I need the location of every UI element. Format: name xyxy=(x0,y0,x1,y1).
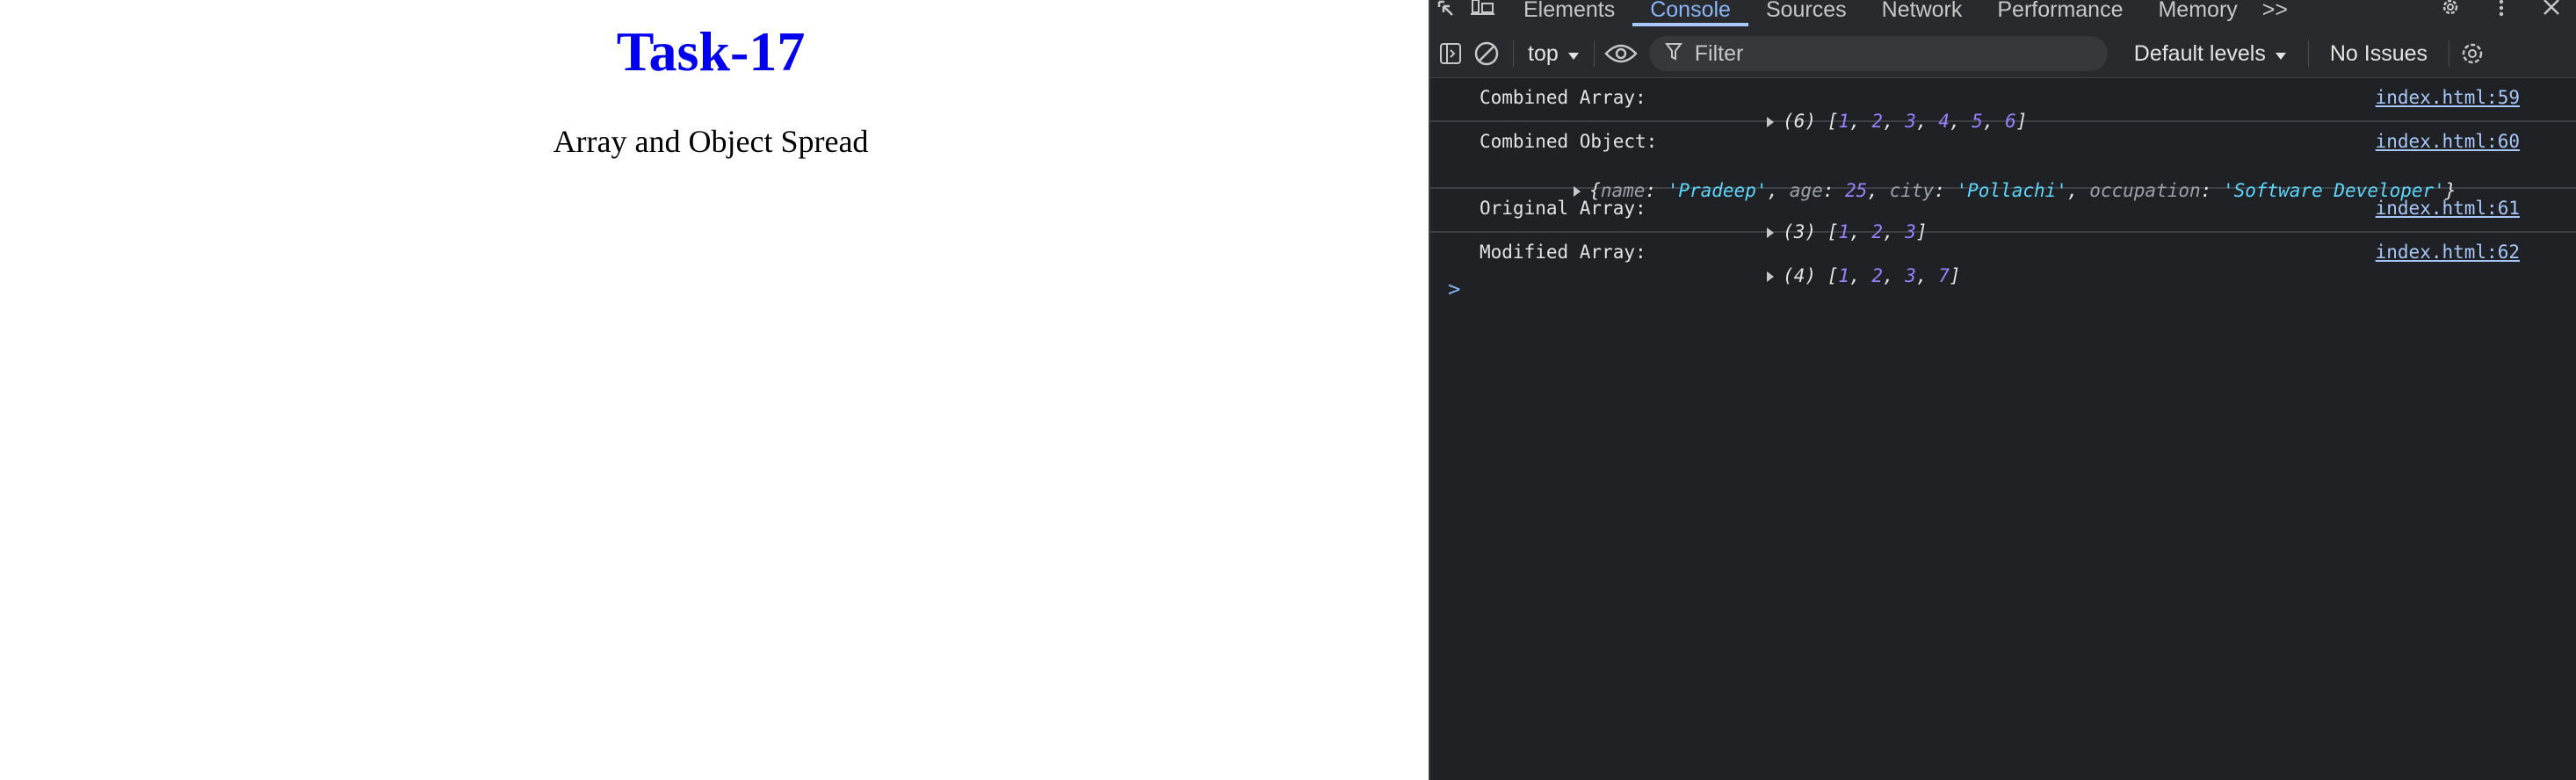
tab-sources[interactable]: Sources xyxy=(1748,0,1864,26)
toolbar-divider xyxy=(1513,40,1514,67)
log-label: Modified Array: xyxy=(1480,242,1646,263)
tab-elements[interactable]: Elements xyxy=(1506,0,1632,26)
log-levels-dropdown[interactable]: Default levels xyxy=(2118,41,2303,67)
page-viewport: Task-17 Array and Object Spread xyxy=(0,0,1429,780)
console-settings-gear-icon[interactable] xyxy=(2455,30,2490,77)
tab-performance[interactable]: Performance xyxy=(1979,0,2140,26)
settings-gear-icon[interactable] xyxy=(2425,0,2476,26)
filter-field[interactable] xyxy=(1648,36,2108,71)
console-toolbar: top Default levels xyxy=(1430,30,2576,78)
clear-console-icon[interactable] xyxy=(1465,30,1508,77)
array-item: 7 xyxy=(1938,265,1950,286)
device-toolbar-icon[interactable] xyxy=(1465,0,1501,26)
log-label: Combined Object: xyxy=(1480,131,1658,152)
source-link[interactable]: index.html:59 xyxy=(2376,87,2520,108)
tab-memory[interactable]: Memory xyxy=(2140,0,2254,26)
more-tabs-button[interactable]: >> xyxy=(2255,0,2295,26)
console-message: Combined Object: {name: 'Pradeep', age: … xyxy=(1430,122,2576,201)
array-preview[interactable]: (4) [1, 2, 3, 7] xyxy=(1678,244,1961,286)
log-label: Combined Array: xyxy=(1480,87,1646,108)
context-selector-label: top xyxy=(1528,40,1559,66)
console-message: Combined Array: (6) [1, 2, 3, 4, 5, 6] i… xyxy=(1430,78,2576,132)
tab-console[interactable]: Console xyxy=(1632,0,1748,26)
sidebar-toggle-icon[interactable] xyxy=(1436,30,1465,77)
inspect-element-icon[interactable] xyxy=(1430,0,1465,26)
page-heading: Task-17 xyxy=(616,20,806,83)
source-link[interactable]: index.html:61 xyxy=(2376,198,2520,219)
console-prompt-icon[interactable]: > xyxy=(1448,277,1460,301)
console-message: Modified Array: (4) [1, 2, 3, 7] index.h… xyxy=(1430,233,2576,286)
close-icon[interactable] xyxy=(2527,0,2576,26)
chevron-down-icon xyxy=(1567,41,1580,67)
context-selector[interactable]: top xyxy=(1519,41,1588,67)
filter-input[interactable] xyxy=(1692,40,2083,68)
expand-triangle-icon[interactable] xyxy=(1767,271,1775,282)
toolbar-divider xyxy=(1593,40,1595,67)
array-item: 1 xyxy=(1838,265,1850,286)
log-levels-label: Default levels xyxy=(2133,40,2266,66)
source-link[interactable]: index.html:62 xyxy=(2376,242,2520,263)
array-count: (4) xyxy=(1783,265,1817,286)
filter-funnel-icon xyxy=(1664,42,1682,65)
chevron-down-icon xyxy=(2275,41,2287,67)
tabbar-right-controls xyxy=(2425,0,2576,26)
toolbar-divider xyxy=(2307,40,2309,67)
issues-button[interactable]: No Issues xyxy=(2314,41,2443,67)
array-item: 3 xyxy=(1905,265,1916,286)
log-label: Original Array: xyxy=(1480,198,1646,219)
console-output: Combined Array: (6) [1, 2, 3, 4, 5, 6] i… xyxy=(1430,78,2576,780)
devtools-tabs: Elements Console Sources Network Perform… xyxy=(1506,0,2295,26)
console-message: Original Array: (3) [1, 2, 3] index.html… xyxy=(1430,189,2576,242)
tab-network[interactable]: Network xyxy=(1864,0,1980,26)
live-expression-eye-icon[interactable] xyxy=(1600,30,1642,77)
devtools-tabbar: Elements Console Sources Network Perform… xyxy=(1430,0,2576,31)
page-subtitle: Array and Object Spread xyxy=(553,124,869,159)
array-item: 2 xyxy=(1871,265,1883,286)
source-link[interactable]: index.html:60 xyxy=(2376,131,2520,152)
kebab-menu-icon[interactable] xyxy=(2476,0,2527,26)
devtools-panel: Elements Console Sources Network Perform… xyxy=(1429,0,2576,780)
